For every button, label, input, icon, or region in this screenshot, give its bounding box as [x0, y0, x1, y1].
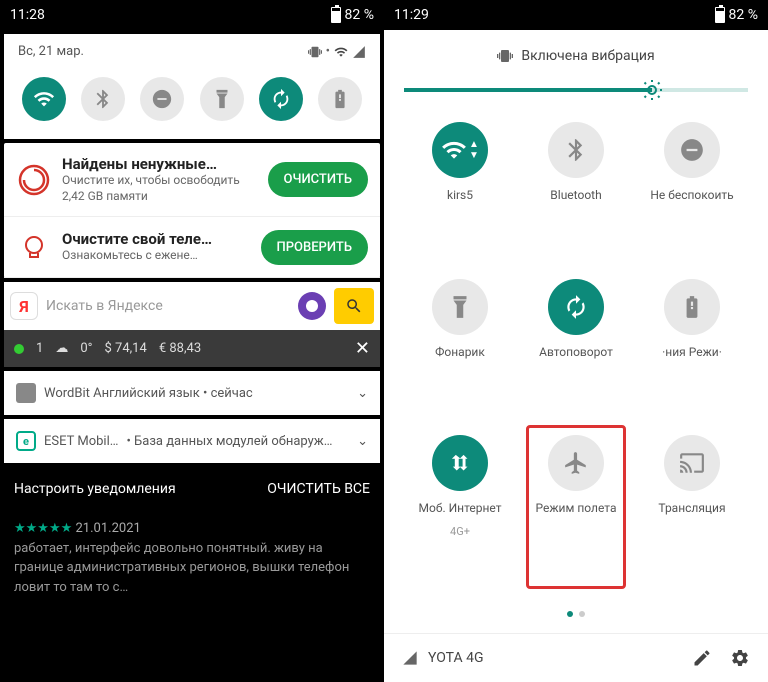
bluetooth-tile[interactable]: Bluetooth	[518, 122, 634, 259]
edit-icon[interactable]	[692, 648, 712, 668]
notification-cleanup[interactable]: Найдены ненужные… Очистите их, чтобы осв…	[4, 143, 380, 217]
signal-icon	[352, 45, 366, 59]
quick-settings-panel: Вс, 21 мар. •	[4, 34, 380, 139]
notif-footer: Настроить уведомления ОЧИСТИТЬ ВСЕ	[0, 467, 384, 511]
gear-icon[interactable]	[730, 648, 750, 668]
app-icon	[16, 383, 36, 403]
yandex-search[interactable]: Я Искать в Яндексе	[4, 282, 380, 330]
page-indicator[interactable]	[384, 595, 768, 633]
background-review: ★★★★★ 21.01.2021 работает, интерфейс дов…	[0, 511, 384, 605]
battery-icon	[715, 7, 725, 23]
notif-text: WordBit Английский язык • сейчас	[44, 386, 253, 401]
weather-bar[interactable]: 1 ☁ 0° $ 74,14 € 88,43 ✕	[4, 330, 380, 367]
chevron-down-icon[interactable]: ⌄	[357, 434, 368, 449]
battery-icon	[331, 7, 341, 23]
battery-saver-icon	[664, 279, 720, 335]
clean-button[interactable]: ОЧИСТИТЬ	[268, 162, 368, 197]
dnd-toggle[interactable]	[140, 77, 184, 121]
dot	[579, 611, 585, 617]
alice-icon[interactable]	[298, 292, 326, 320]
notification-clean-phone[interactable]: Очистите свой теле… Ознакомьтесь с ежене…	[4, 217, 380, 278]
swirl-icon	[16, 162, 52, 198]
autorotate-tile[interactable]: Автоповорот	[518, 279, 634, 416]
battery-toggle[interactable]	[318, 77, 362, 121]
quick-settings-expanded: Включена вибрация ▲▼ kirs5 Bluetooth Не …	[384, 30, 768, 682]
dot: •	[326, 44, 330, 59]
ringer-status[interactable]: Включена вибрация	[384, 38, 768, 74]
close-icon[interactable]: ✕	[355, 338, 370, 359]
check-button[interactable]: ПРОВЕРИТЬ	[261, 230, 368, 265]
manage-notifications[interactable]: Настроить уведомления	[14, 481, 176, 497]
battery-pct: 82 %	[729, 7, 758, 23]
notif-text: • База данных модулей обнаруж…	[126, 434, 349, 449]
chevron-down-icon[interactable]: ⌄	[357, 386, 368, 401]
search-input[interactable]: Искать в Яндексе	[46, 298, 290, 314]
status-bar: 11:28 82 %	[0, 0, 384, 30]
flashlight-icon	[432, 279, 488, 335]
time: 11:29	[394, 7, 429, 23]
carrier-bar: YOTA 4G	[384, 633, 768, 682]
bulb-icon	[16, 229, 52, 265]
eset-icon: e	[16, 431, 36, 451]
usd-rate: $ 74,14	[104, 341, 146, 356]
dnd-tile[interactable]: Не беспокоить	[634, 122, 750, 259]
notif-title: Очистите свой теле…	[62, 230, 251, 248]
dnd-icon	[664, 122, 720, 178]
time: 11:28	[10, 7, 45, 23]
mobile-data-tile[interactable]: Моб. Интернет 4G+	[402, 435, 518, 595]
qs-tiles: ▲▼ kirs5 Bluetooth Не беспокоить Фонарик…	[384, 122, 768, 595]
battery-tile[interactable]: ·ния Режи·	[634, 279, 750, 416]
notification-wordbit[interactable]: WordBit Английский язык • сейчас ⌄	[4, 371, 380, 415]
notification-eset[interactable]: e ESET Mobil… • База данных модулей обна…	[4, 419, 380, 463]
vibrate-icon	[308, 45, 322, 59]
notif-app: ESET Mobil…	[44, 434, 118, 449]
mobile-data-icon	[432, 435, 488, 491]
notification-card: Найдены ненужные… Очистите их, чтобы осв…	[4, 143, 380, 278]
signal-icon	[402, 650, 418, 666]
notif-sub: Ознакомьтесь с ежене…	[62, 248, 251, 264]
date: Вс, 21 мар.	[18, 44, 84, 59]
autorotate-icon	[548, 279, 604, 335]
notif-title: Найдены ненужные…	[62, 155, 258, 173]
wifi-tile[interactable]: ▲▼ kirs5	[402, 122, 518, 259]
flashlight-toggle[interactable]	[200, 77, 244, 121]
brightness-icon[interactable]	[640, 78, 664, 102]
clear-all-button[interactable]: ОЧИСТИТЬ ВСЕ	[267, 481, 370, 497]
wifi-icon	[334, 45, 348, 59]
brightness-slider[interactable]	[404, 88, 748, 92]
cast-icon	[664, 435, 720, 491]
cloud-icon: ☁	[55, 341, 68, 356]
count: 1	[36, 341, 43, 356]
vibrate-icon	[497, 48, 513, 64]
notif-sub: Очистите их, чтобы освободить 2,42 GB па…	[62, 173, 258, 204]
yandex-logo-icon: Я	[10, 292, 38, 320]
status-icons: •	[308, 44, 366, 59]
bluetooth-toggle[interactable]	[81, 77, 125, 121]
battery-pct: 82 %	[345, 7, 374, 23]
airplane-mode-tile[interactable]: Режим полета	[518, 435, 634, 595]
flashlight-tile[interactable]: Фонарик	[402, 279, 518, 416]
temp: 0°	[80, 341, 92, 356]
search-button[interactable]	[334, 288, 374, 324]
cast-tile[interactable]: Трансляция	[634, 435, 750, 595]
autorotate-toggle[interactable]	[259, 77, 303, 121]
vib-label: Включена вибрация	[521, 48, 654, 64]
carrier-name: YOTA 4G	[428, 650, 483, 666]
eur-rate: € 88,43	[159, 341, 201, 356]
airplane-icon	[548, 435, 604, 491]
wifi-toggle[interactable]	[22, 77, 66, 121]
slider-fill	[404, 88, 652, 92]
status-bar: 11:29 82 %	[384, 0, 768, 30]
status-dot-icon	[14, 344, 24, 354]
dot	[567, 611, 573, 617]
wifi-icon: ▲▼	[432, 122, 488, 178]
bluetooth-icon	[548, 122, 604, 178]
